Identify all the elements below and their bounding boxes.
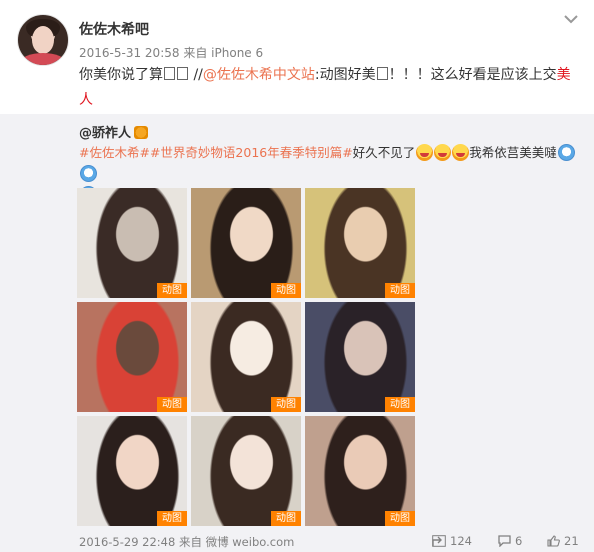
avatar[interactable] — [17, 14, 69, 66]
doraemon-emoji-icon — [557, 144, 575, 161]
post-username[interactable]: 佐佐木希吧 — [79, 19, 149, 39]
doraemon-emoji-icon — [80, 165, 97, 182]
gif-badge: 动图 — [385, 511, 415, 526]
repost-text-part: 我希依莒美美噠 — [469, 145, 557, 160]
gif-thumbnail-5[interactable]: 动图 — [191, 302, 301, 412]
like-button[interactable]: 21 — [547, 534, 579, 548]
post-source: iPhone 6 — [211, 46, 264, 60]
like-count: 21 — [564, 534, 579, 548]
gif-thumbnail-4[interactable]: 动图 — [77, 302, 187, 412]
repost-username[interactable]: @骄祚人 — [79, 126, 131, 141]
gif-badge: 动图 — [385, 397, 415, 412]
footer-meta: 2016-5-29 22:48 来自 微博 weibo.com — [79, 534, 294, 550]
gif-thumbnail-7[interactable]: 动图 — [77, 416, 187, 526]
kiss-emoji-icon — [434, 144, 452, 161]
footer-source-prefix: 来自 — [178, 535, 202, 549]
comment-button[interactable]: 6 — [498, 534, 522, 548]
footer-source[interactable]: 微博 weibo.com — [206, 535, 295, 549]
gif-badge: 动图 — [157, 283, 187, 298]
hashtag-link[interactable]: #佐佐木希# — [79, 145, 150, 160]
post-footer: 2016-5-29 22:48 来自 微博 weibo.com 124 6 21 — [0, 530, 594, 552]
post-meta: 2016-5-31 20:58 来自 iPhone 6 — [79, 44, 263, 61]
kiss-emoji-icon — [452, 144, 470, 161]
post-text-part: 你美你说了算 — [79, 67, 163, 83]
gif-badge: 动图 — [157, 511, 187, 526]
repost-user[interactable]: @骄祚人 — [79, 122, 149, 141]
repost-text-part: 好久不见了 — [352, 145, 416, 160]
gif-badge: 动图 — [157, 397, 187, 412]
repost-button[interactable]: 124 — [432, 534, 472, 548]
post-text-part: // — [189, 67, 203, 83]
post-timestamp[interactable]: 2016-5-31 20:58 — [79, 46, 180, 60]
repost-count: 124 — [450, 534, 472, 548]
gif-thumbnail-2[interactable]: 动图 — [191, 188, 301, 298]
badge-icon — [134, 126, 149, 139]
gif-badge: 动图 — [271, 397, 301, 412]
post-text-part: :动图好美 — [314, 67, 376, 83]
repost-card: @骄祚人 #佐佐木希##世界奇妙物语2016年春季特别篇#好久不见了 我希依莒美美… — [0, 114, 594, 530]
gif-thumbnail-9[interactable]: 动图 — [305, 416, 415, 526]
gif-thumbnail-6[interactable]: 动图 — [305, 302, 415, 412]
post-source-prefix: 来自 — [183, 46, 208, 60]
glyph-box-icon — [164, 67, 175, 80]
hashtag-link[interactable]: #世界奇妙物语2016年春季特别篇# — [150, 145, 353, 160]
gif-badge: 动图 — [271, 283, 301, 298]
gif-thumbnail-1[interactable]: 动图 — [77, 188, 187, 298]
chevron-down-icon[interactable] — [562, 10, 580, 28]
mention-link[interactable]: @佐佐木希中文站 — [203, 67, 315, 83]
glyph-box-icon — [177, 67, 188, 80]
post-text-part: ！！！这么好看是应该上交 — [388, 67, 557, 83]
thumbs-up-icon — [547, 535, 560, 547]
footer-timestamp[interactable]: 2016-5-29 22:48 — [79, 535, 175, 549]
gif-thumbnail-8[interactable]: 动图 — [191, 416, 301, 526]
gif-badge: 动图 — [271, 511, 301, 526]
glyph-box-icon — [376, 67, 388, 80]
gif-badge: 动图 — [385, 283, 415, 298]
comment-count: 6 — [515, 534, 523, 548]
kiss-emoji-icon — [416, 144, 434, 161]
share-icon — [432, 535, 446, 547]
gif-thumbnail-3[interactable]: 动图 — [305, 188, 415, 298]
comment-icon — [498, 535, 511, 547]
